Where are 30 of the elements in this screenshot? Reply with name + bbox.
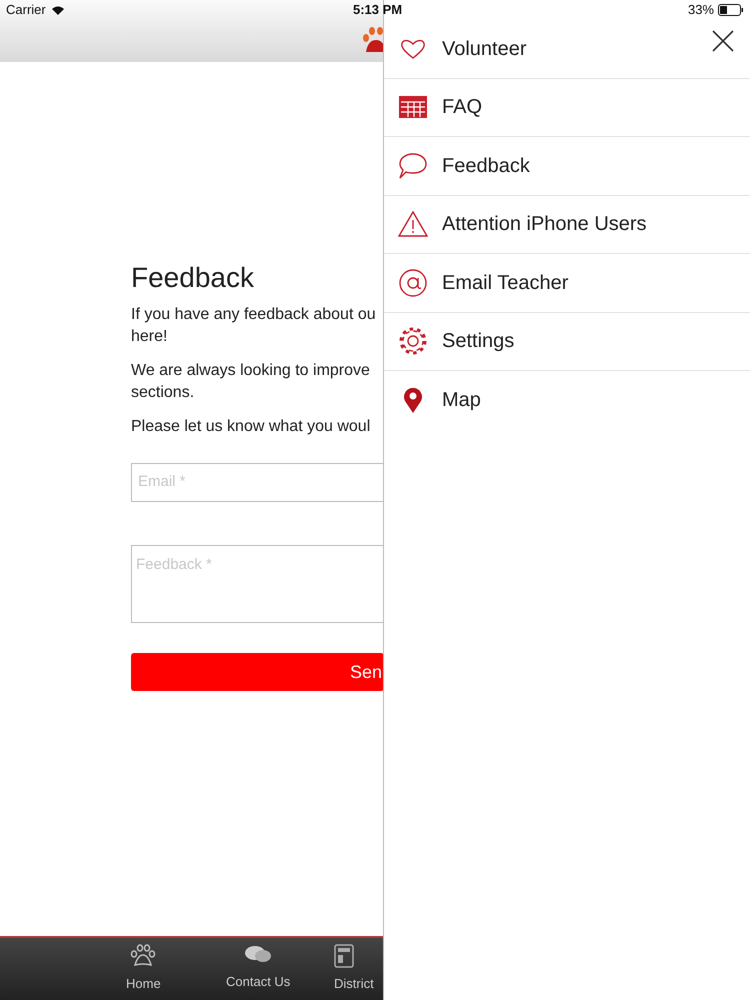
tab-item[interactable]: District — [334, 944, 374, 994]
tab-item[interactable]: Home — [126, 944, 161, 994]
menu-item[interactable]: Settings — [384, 312, 750, 371]
menu-item[interactable]: Volunteer — [384, 20, 750, 78]
tab-item[interactable]: Contact Us — [226, 944, 290, 992]
menu-item[interactable]: Feedback — [384, 137, 750, 196]
body-paragraph: Please let us know what you woul — [131, 417, 372, 437]
menu-item[interactable]: Email Teacher — [384, 254, 750, 312]
close-icon[interactable] — [712, 30, 734, 52]
menu-item[interactable]: Attention iPhone Users — [384, 196, 750, 254]
clock-label: 5:13 PM — [353, 1, 402, 20]
page-title: Feedback — [131, 262, 255, 294]
map-pin-icon — [402, 386, 424, 414]
calculator-icon — [334, 944, 354, 968]
heart-icon — [400, 38, 426, 60]
wifi-icon — [50, 4, 65, 16]
battery-icon — [718, 4, 744, 16]
gear-icon — [398, 326, 428, 356]
table-icon — [398, 95, 428, 120]
paw-icon — [130, 944, 156, 968]
carrier-label: Carrier — [6, 1, 46, 20]
body-paragraph: We are always looking to improve sections. — [131, 361, 371, 403]
send-button[interactable]: Sen — [131, 653, 384, 691]
menu-item[interactable]: Map — [384, 371, 750, 430]
warning-icon — [398, 211, 428, 238]
battery-label: 33% — [688, 1, 714, 20]
speech-bubble-icon — [398, 152, 428, 180]
menu-item[interactable]: FAQ — [384, 78, 750, 137]
at-sign-icon — [398, 268, 428, 298]
body-paragraph: If you have any feedback about ou here! — [131, 305, 377, 347]
